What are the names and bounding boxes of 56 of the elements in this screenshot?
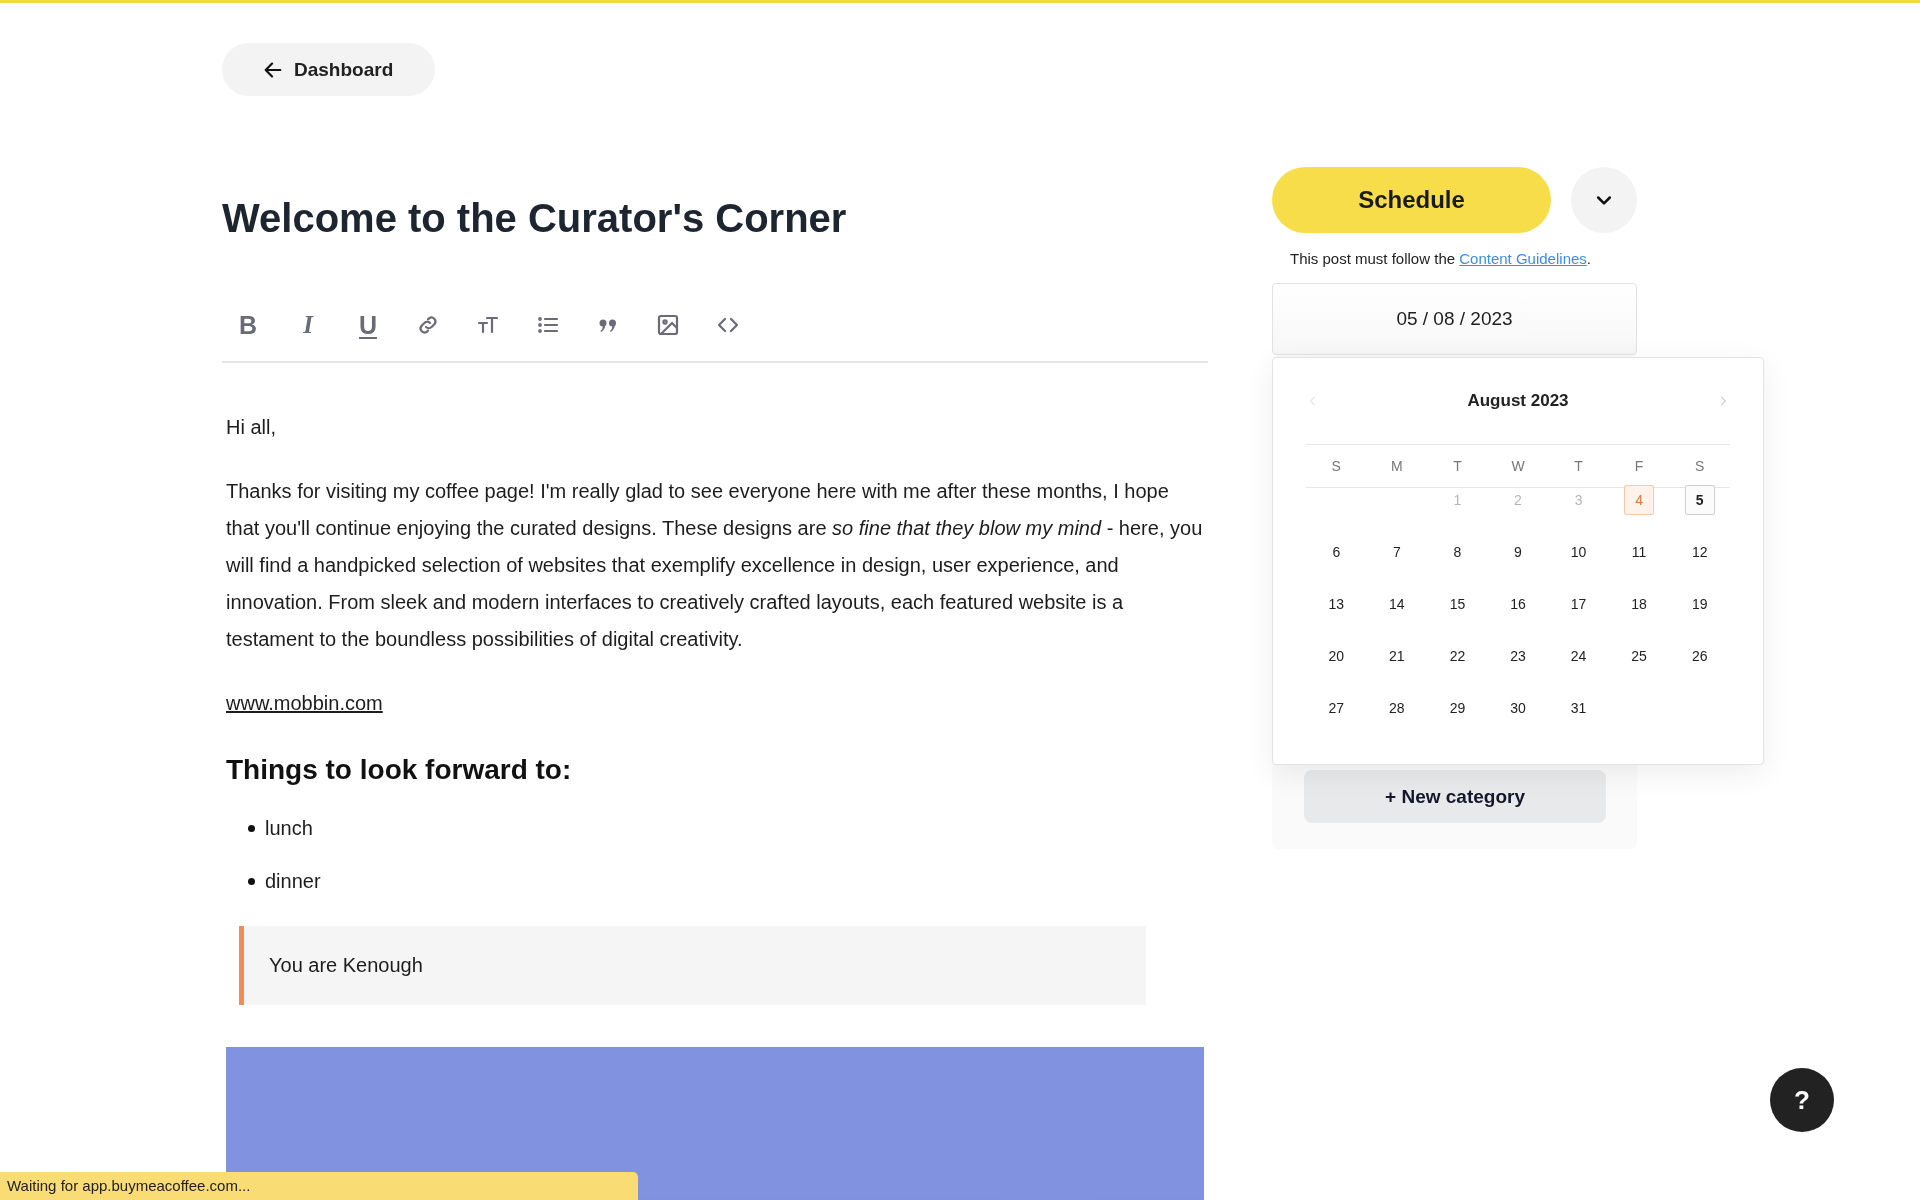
weekday-label: S [1331, 458, 1341, 474]
calendar-day[interactable]: 23 [1503, 641, 1533, 671]
month-title: August 2023 [1467, 391, 1569, 411]
bold-button[interactable]: B [236, 311, 260, 338]
weekday-label: T [1453, 458, 1462, 474]
calendar-day[interactable]: 11 [1624, 537, 1655, 567]
paragraph: Thanks for visiting my coffee page! I'm really glad to see everyone here with me after these months, I hope that you'll continue enjoying the curated designs. These designs are so fine that they blow my mind - here, you will find a handpicked selection of websites that exemplify excellence in design, user experience, and innovation. From sleek and modern interfaces to creatively crafted layouts, each featured website is a testament to the boundless possibilities of digital creativity. [226, 479, 1204, 652]
weekday-label: W [1511, 458, 1525, 474]
bullet-icon [248, 825, 255, 832]
calendar-day[interactable]: 29 [1442, 693, 1473, 723]
post-title: Welcome to the Curator's Corner [222, 195, 848, 242]
weekday-label: T [1574, 458, 1583, 474]
bullet-icon [248, 878, 255, 885]
website-link[interactable]: www.mobbin.com [226, 685, 383, 722]
calendar-day[interactable]: 20 [1321, 641, 1352, 671]
weekday-label: M [1391, 458, 1403, 474]
calendar-day[interactable]: 31 [1563, 693, 1594, 723]
calendar-day[interactable]: 22 [1442, 641, 1473, 671]
image-icon[interactable] [656, 312, 680, 337]
italic-button[interactable]: I [296, 311, 320, 338]
calendar-day[interactable]: 7 [1381, 537, 1412, 567]
calendar-day[interactable]: 30 [1503, 693, 1533, 723]
paragraph: Hi all, [226, 415, 277, 440]
calendar-day[interactable]: 18 [1624, 589, 1655, 619]
underline-button[interactable]: U [356, 311, 380, 338]
new-category-button[interactable]: + New category [1304, 770, 1606, 823]
calendar-day[interactable]: 26 [1684, 641, 1715, 671]
calendar-day[interactable]: 6 [1321, 537, 1352, 567]
schedule-button[interactable]: Schedule [1272, 167, 1551, 233]
calendar-day[interactable]: 12 [1684, 537, 1715, 567]
calendar-day[interactable]: 10 [1563, 537, 1594, 567]
calendar-day[interactable]: 25 [1624, 641, 1655, 671]
calendar-day[interactable]: 8 [1442, 537, 1473, 567]
calendar-day[interactable]: 27 [1321, 693, 1352, 723]
status-bar: Waiting for app.buymeacoffee.com... [0, 1172, 638, 1200]
calendar-day[interactable]: 28 [1381, 693, 1412, 723]
quote-text: You are Kenough [269, 953, 423, 978]
calendar-day[interactable]: 16 [1503, 589, 1533, 619]
date-field[interactable]: 05 / 08 / 2023 [1272, 283, 1637, 355]
calendar-day[interactable]: 19 [1684, 589, 1715, 619]
section-heading: Things to look forward to: [226, 753, 573, 787]
guidelines-notice: This post must follow the Content Guidelines. [1290, 249, 1592, 269]
calendar-day[interactable]: 14 [1381, 589, 1412, 619]
weekday-label: S [1695, 458, 1705, 474]
calendar-day[interactable]: 15 [1442, 589, 1473, 619]
calendar-day[interactable]: 9 [1503, 537, 1533, 567]
calendar-day[interactable]: 17 [1563, 589, 1594, 619]
list-item-text: lunch [265, 816, 313, 841]
back-button[interactable]: Dashboard [222, 43, 436, 96]
list-item-text: dinner [265, 869, 321, 894]
help-button[interactable]: ? [1770, 1068, 1834, 1132]
calendar-day[interactable]: 13 [1321, 589, 1352, 619]
calendar-day[interactable]: 21 [1381, 641, 1412, 671]
weekday-label: F [1634, 458, 1644, 474]
calendar-day[interactable]: 5 [1684, 485, 1715, 515]
calendar-day[interactable]: 24 [1563, 641, 1594, 671]
